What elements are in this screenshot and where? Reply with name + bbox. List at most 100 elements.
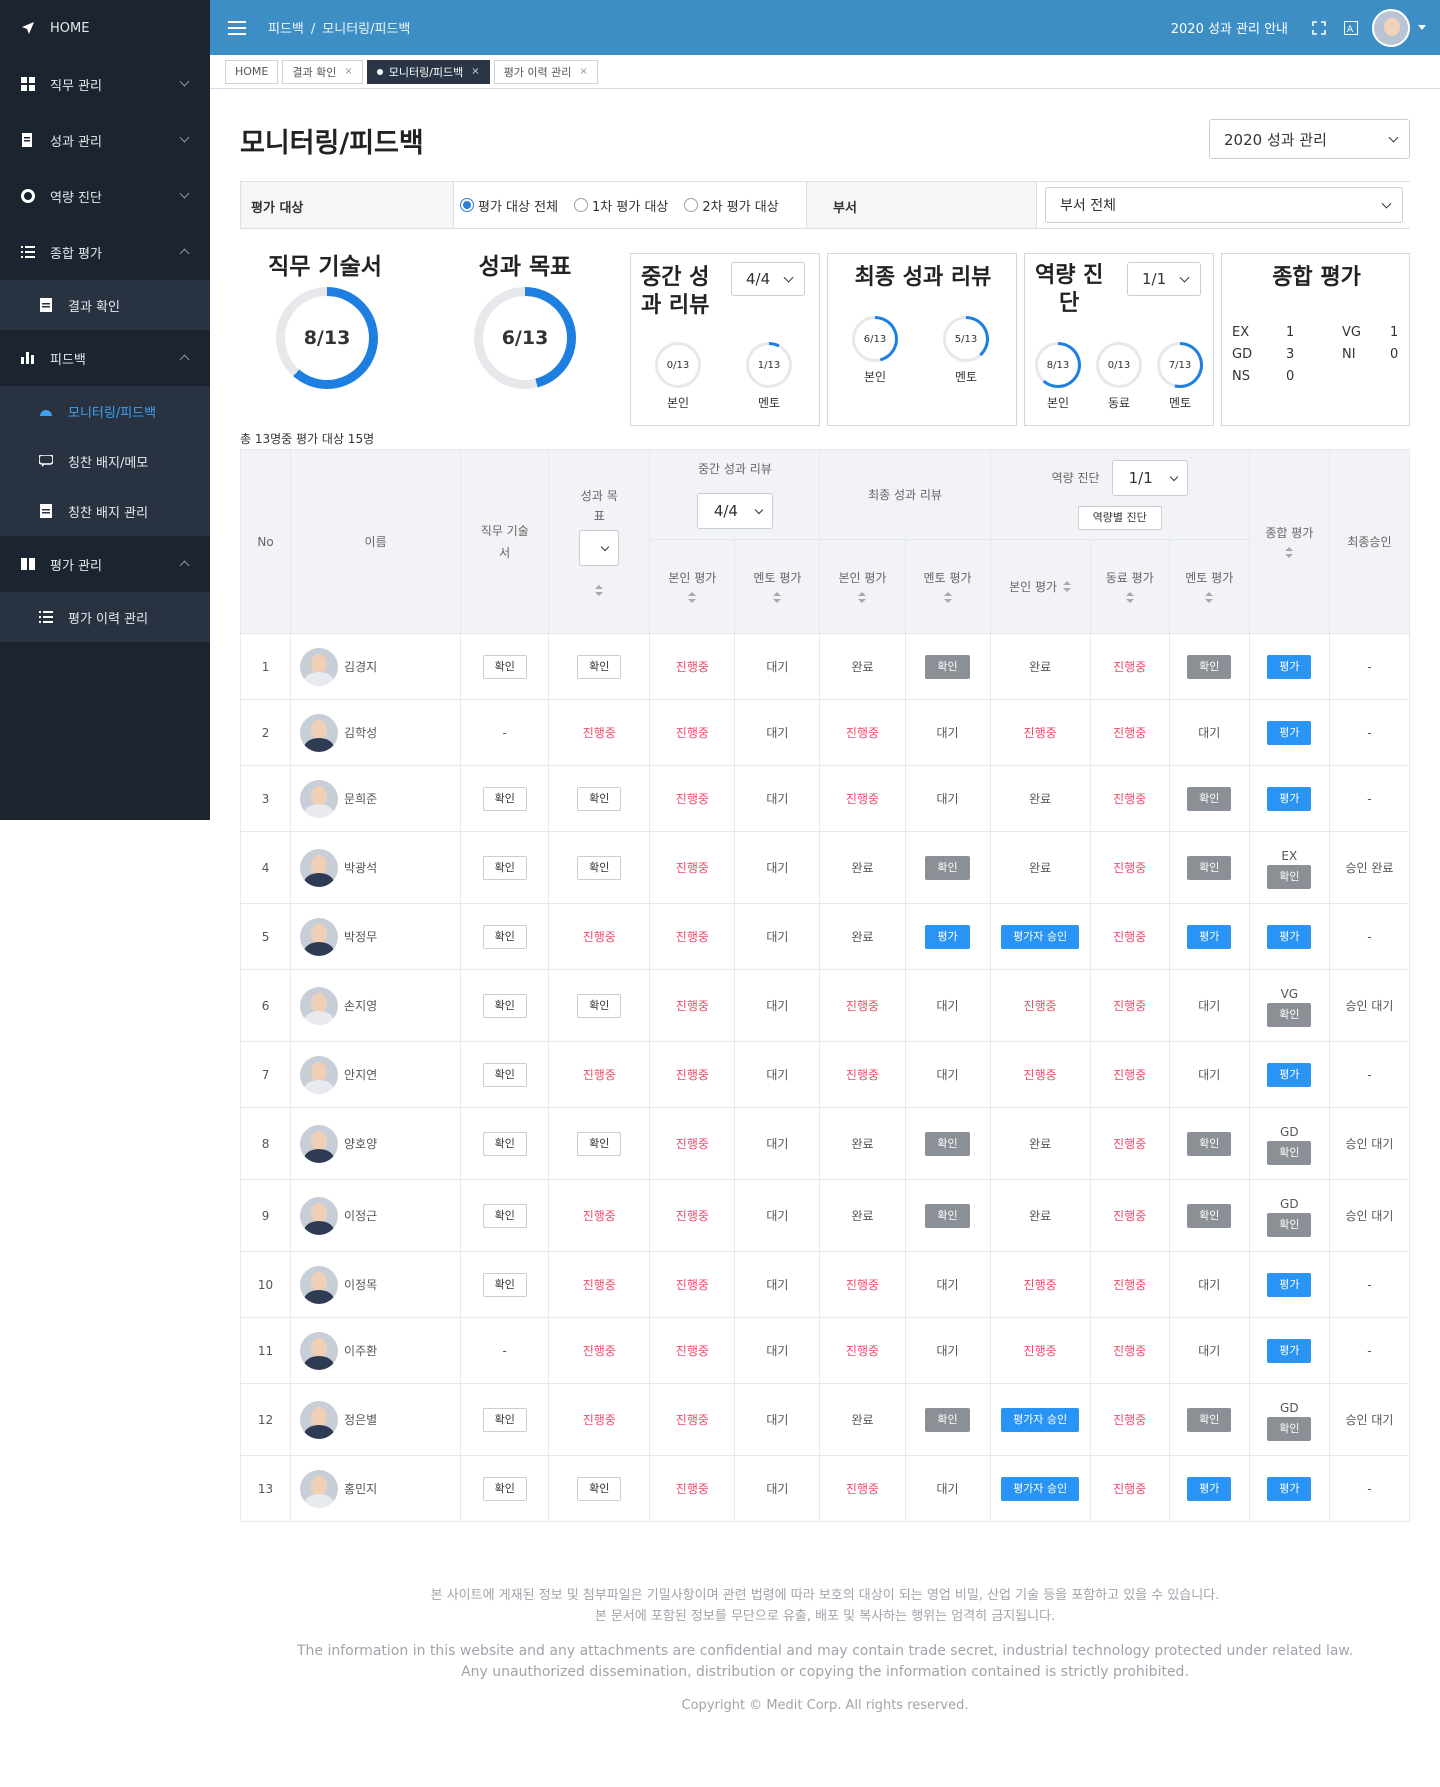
tab-result[interactable]: 결과 확인 × <box>282 59 363 84</box>
employee-name[interactable]: 김경지 <box>344 658 377 675</box>
confirm-button[interactable]: 확인 <box>482 855 527 880</box>
sort-icon[interactable] <box>858 592 867 604</box>
confirm-button[interactable]: 확인 <box>577 1476 622 1501</box>
sidebar-item-feedback[interactable]: 피드백 <box>0 330 210 386</box>
sort-icon[interactable] <box>595 585 604 597</box>
sort-icon[interactable] <box>1205 592 1214 604</box>
sort-icon[interactable] <box>1285 547 1294 559</box>
confirm-button[interactable]: 확인 <box>1187 855 1232 880</box>
breadcrumb-item[interactable]: 모니터링/피드백 <box>322 22 410 37</box>
confirm-button[interactable]: 확인 <box>1187 1131 1232 1156</box>
evaluator-approve-button[interactable]: 평가자 승인 <box>1001 1407 1080 1432</box>
confirm-button[interactable]: 확인 <box>1267 1140 1312 1165</box>
evaluate-button[interactable]: 평가 <box>1267 1062 1312 1087</box>
confirm-button[interactable]: 확인 <box>1267 864 1312 889</box>
confirm-button[interactable]: 확인 <box>577 654 622 679</box>
employee-name[interactable]: 손지영 <box>344 997 377 1014</box>
radio-circle[interactable] <box>460 198 474 212</box>
breadcrumb-item[interactable]: 피드백 <box>268 22 304 37</box>
sidebar-item-monitoring[interactable]: 모니터링/피드백 <box>0 386 210 436</box>
employee-name[interactable]: 박정무 <box>344 928 377 945</box>
tab-home[interactable]: HOME <box>225 59 279 84</box>
comp-round-select[interactable]: 1/1 <box>1127 262 1201 296</box>
confirm-button[interactable]: 확인 <box>1187 786 1232 811</box>
sort-icon[interactable] <box>688 592 697 604</box>
sort-icon[interactable] <box>1063 580 1072 593</box>
evaluate-button[interactable]: 평가 <box>1267 654 1312 679</box>
translate-icon[interactable]: A <box>1344 20 1358 35</box>
employee-name[interactable]: 김학성 <box>344 724 377 741</box>
comp-diagnosis-button[interactable]: 역량별 진단 <box>1077 505 1162 530</box>
employee-name[interactable]: 이정목 <box>344 1276 377 1293</box>
goal-filter-select[interactable] <box>579 530 620 566</box>
confirm-button[interactable]: 확인 <box>482 1062 527 1087</box>
evaluator-approve-button[interactable]: 평가자 승인 <box>1001 1476 1080 1501</box>
confirm-button[interactable]: 확인 <box>482 786 527 811</box>
employee-name[interactable]: 양호양 <box>344 1135 377 1152</box>
evaluator-approve-button[interactable]: 평가자 승인 <box>1001 924 1080 949</box>
confirm-button[interactable]: 확인 <box>1187 1203 1232 1228</box>
sidebar-item-praise-manage[interactable]: 칭찬 배지 관리 <box>0 486 210 536</box>
employee-name[interactable]: 문희준 <box>344 790 377 807</box>
employee-name[interactable]: 홍민지 <box>344 1480 377 1497</box>
confirm-button[interactable]: 확인 <box>1267 1002 1312 1027</box>
evaluate-button[interactable]: 평가 <box>1187 1476 1232 1501</box>
confirm-button[interactable]: 확인 <box>925 1203 970 1228</box>
confirm-button[interactable]: 확인 <box>482 924 527 949</box>
confirm-button[interactable]: 확인 <box>577 786 622 811</box>
confirm-button[interactable]: 확인 <box>577 1131 622 1156</box>
evaluate-button[interactable]: 평가 <box>1267 1476 1312 1501</box>
sidebar-item-praise-memo[interactable]: 칭찬 배지/메모 <box>0 436 210 486</box>
sidebar-item-result[interactable]: 결과 확인 <box>0 280 210 330</box>
confirm-button[interactable]: 확인 <box>925 1131 970 1156</box>
radio-all[interactable]: 평가 대상 전체 <box>460 196 558 215</box>
employee-name[interactable]: 박광석 <box>344 859 377 876</box>
employee-name[interactable]: 안지연 <box>344 1066 377 1083</box>
confirm-button[interactable]: 확인 <box>925 1407 970 1432</box>
confirm-button[interactable]: 확인 <box>482 654 527 679</box>
confirm-button[interactable]: 확인 <box>1187 654 1232 679</box>
confirm-button[interactable]: 확인 <box>1267 1416 1312 1441</box>
confirm-button[interactable]: 확인 <box>1267 1212 1312 1237</box>
sidebar-item-job[interactable]: 직무 관리 <box>0 56 210 112</box>
fullscreen-icon[interactable] <box>1312 20 1326 35</box>
year-select[interactable]: 2020 성과 관리 <box>1209 119 1410 159</box>
radio-first[interactable]: 1차 평가 대상 <box>574 196 668 215</box>
caret-down-icon[interactable] <box>1418 25 1426 30</box>
sidebar-item-competency[interactable]: 역량 진단 <box>0 168 210 224</box>
confirm-button[interactable]: 확인 <box>925 654 970 679</box>
close-icon[interactable]: × <box>579 66 587 77</box>
employee-name[interactable]: 이정근 <box>344 1207 377 1224</box>
evaluate-button[interactable]: 평가 <box>1267 1338 1312 1363</box>
radio-circle[interactable] <box>684 198 699 212</box>
confirm-button[interactable]: 확인 <box>482 1407 527 1432</box>
user-avatar[interactable] <box>1372 8 1410 47</box>
evaluate-button[interactable]: 평가 <box>1267 786 1312 811</box>
evaluate-button[interactable]: 평가 <box>1267 720 1312 745</box>
close-icon[interactable]: × <box>471 66 479 77</box>
confirm-button[interactable]: 확인 <box>482 1272 527 1297</box>
sidebar-item-overall[interactable]: 종합 평가 <box>0 224 210 280</box>
confirm-button[interactable]: 확인 <box>482 993 527 1018</box>
employee-name[interactable]: 이주환 <box>344 1342 377 1359</box>
confirm-button[interactable]: 확인 <box>482 1476 527 1501</box>
evaluate-button[interactable]: 평가 <box>1267 924 1312 949</box>
evaluate-button[interactable]: 평가 <box>1267 1272 1312 1297</box>
sort-icon[interactable] <box>773 592 782 604</box>
hamburger-menu-icon[interactable] <box>228 20 246 35</box>
tab-eval-history[interactable]: 평가 이력 관리 × <box>493 59 598 84</box>
dept-select[interactable]: 부서 전체 <box>1045 187 1403 223</box>
guide-link[interactable]: 2020 성과 관리 안내 <box>1171 18 1288 37</box>
tab-monitoring[interactable]: 모니터링/피드백 × <box>366 59 490 84</box>
confirm-button[interactable]: 확인 <box>925 855 970 880</box>
sidebar-item-eval-manage[interactable]: 평가 관리 <box>0 536 210 592</box>
sort-icon[interactable] <box>1125 592 1134 604</box>
radio-second[interactable]: 2차 평가 대상 <box>684 196 779 215</box>
comp-header-select[interactable]: 1/1 <box>1111 459 1188 496</box>
confirm-button[interactable]: 확인 <box>482 1131 527 1156</box>
mid-round-select[interactable]: 4/4 <box>731 262 805 296</box>
confirm-button[interactable]: 확인 <box>1187 1407 1232 1432</box>
evaluate-button[interactable]: 평가 <box>925 924 970 949</box>
sort-icon[interactable] <box>943 592 952 604</box>
evaluate-button[interactable]: 평가 <box>1187 924 1232 949</box>
